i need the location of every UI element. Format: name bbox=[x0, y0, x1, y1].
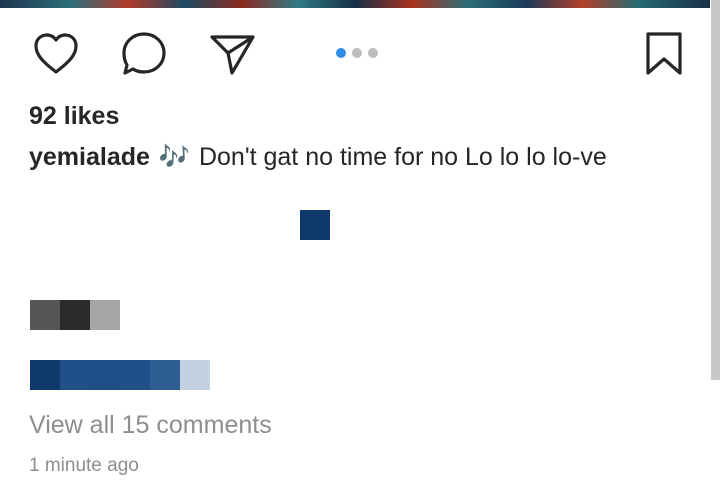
caption-username[interactable]: yemialade bbox=[29, 143, 150, 171]
carousel-indicator bbox=[336, 48, 378, 58]
post-view: 92 likes yemialade 🎶 Don't gat no time f… bbox=[0, 0, 720, 500]
share-icon bbox=[210, 35, 255, 75]
redacted-block bbox=[300, 210, 330, 240]
post-caption: yemialade 🎶 Don't gat no time for no Lo … bbox=[29, 143, 607, 172]
carousel-dot-active bbox=[336, 48, 346, 58]
share-button[interactable] bbox=[206, 28, 258, 80]
music-notes-emoji: 🎶 bbox=[158, 143, 191, 171]
likes-count[interactable]: 92 likes bbox=[29, 102, 119, 131]
view-comments-link[interactable]: View all 15 comments bbox=[29, 411, 272, 440]
comment-icon bbox=[122, 32, 166, 75]
save-button[interactable] bbox=[638, 28, 690, 80]
scrollbar[interactable] bbox=[711, 0, 720, 380]
bookmark-icon bbox=[646, 32, 682, 75]
redacted-block bbox=[30, 300, 120, 330]
caption-text: Don't gat no time for no Lo lo lo lo-ve bbox=[198, 143, 607, 171]
heart-icon bbox=[34, 33, 78, 74]
carousel-dot bbox=[352, 48, 362, 58]
carousel-dot bbox=[368, 48, 378, 58]
comment-button[interactable] bbox=[118, 28, 170, 80]
redacted-block bbox=[30, 360, 210, 390]
like-button[interactable] bbox=[30, 28, 82, 80]
action-bar bbox=[0, 28, 710, 80]
post-timestamp: 1 minute ago bbox=[29, 455, 139, 476]
post-media-edge[interactable] bbox=[0, 0, 710, 8]
